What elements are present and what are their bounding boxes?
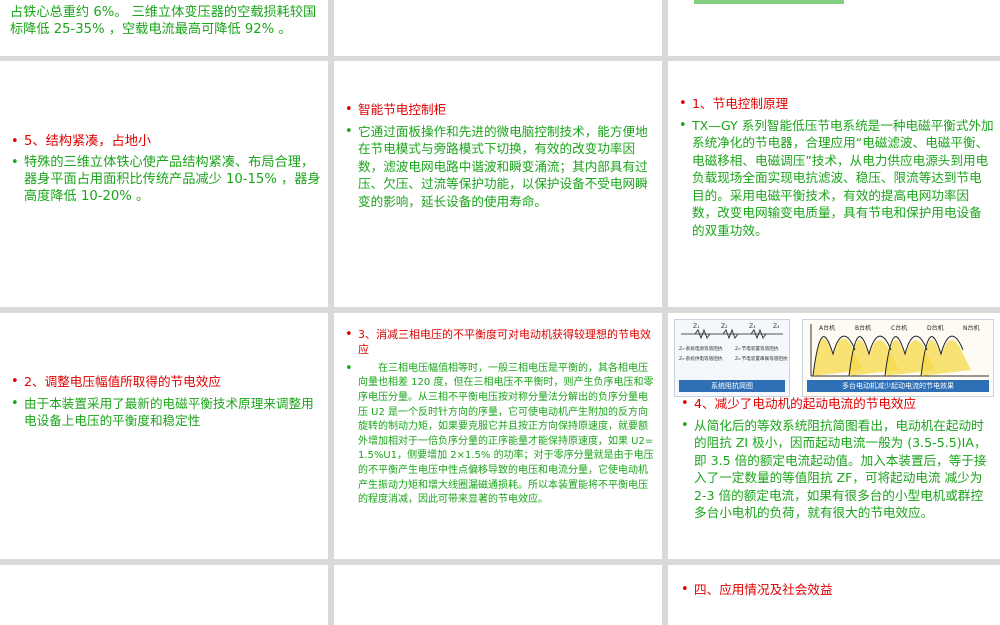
start-current-body: 从简化后的等效系统阻抗简图看出，电动机在起动时的阻抗 ZI 极小，因而起动电流一… [680, 417, 994, 522]
top-right-fragment [694, 0, 844, 4]
voltage-amplitude-body: 由于本装置采用了最新的电磁平衡技术原理来调整用电设备上电压的平衡度和稳定性 [10, 395, 322, 430]
iron-core-continuation-text: 占铁心总重约 6%。 三维立体变压器的空载损耗较国标降低 25-35% ，空载电… [10, 5, 317, 37]
impedance-diagram: Z₁ Z₂ Z₃ Z₄ Z₁-系统电源等值阻抗 Z₂-节电装置等值阻抗 Z₃-系… [674, 319, 790, 397]
impedance-caption: 系统阻抗简图 [679, 380, 785, 392]
impedance-legend: Z₁-系统电源等值阻抗 [679, 345, 723, 352]
slide-top-left: 占铁心总重约 6%。 三维立体变压器的空载损耗较国标降低 25-35% ，空载电… [0, 0, 328, 56]
impedance-diagram-svg: Z₁ Z₂ Z₃ Z₄ Z₁-系统电源等值阻抗 Z₂-节电装置等值阻抗 Z₃-系… [679, 323, 788, 362]
slide-unbalance-reduction: 3、消减三相电压的不平衡度可对电动机获得较理想的节电效应 在三相电压幅值相等时，… [334, 313, 662, 559]
saving-principle-heading: 1、节电控制原理 [678, 95, 994, 113]
start-current-caption: 多台电动机减少起动电流的节电效果 [807, 380, 989, 392]
control-cabinet-body: 它通过面板操作和先进的微电脑控制技术，能方便地在节电模式与旁路模式下切换，有效的… [344, 123, 656, 211]
slide-top-right [668, 0, 1000, 56]
slide-smart-control-cabinet: 智能节电控制柜 它通过面板操作和先进的微电脑控制技术，能方便地在节电模式与旁路模… [334, 61, 662, 307]
unbalance-body-text: 在三相电压幅值相等时，一般三相电压是平衡的，其各相电压向量也相差 120 度，但… [358, 362, 654, 506]
impedance-label: Z₃ [749, 323, 756, 330]
impedance-label: Z₄ [773, 323, 780, 330]
slide-bottom-middle [334, 565, 662, 625]
slide-saving-principle: 1、节电控制原理 TX—GY 系列智能低压节电系统是一种电磁平衡式外加系统净化的… [668, 61, 1000, 307]
control-cabinet-heading: 智能节电控制柜 [344, 101, 656, 119]
slide-voltage-amplitude: 2、调整电压幅值所取得的节电效应 由于本装置采用了最新的电磁平衡技术原理来调整用… [0, 313, 328, 559]
impedance-label: Z₂ [721, 323, 728, 330]
unbalance-body: 在三相电压幅值相等时，一般三相电压是平衡的，其各相电压向量也相差 120 度，但… [344, 362, 654, 508]
start-current-heading: 4、减少了电动机的起动电流的节电效应 [680, 395, 994, 413]
motor-label: N台机 [963, 324, 980, 332]
motor-label: C台机 [891, 324, 907, 332]
slide-structure-compact: 5、结构紧凑，占地小 特殊的三维立体铁心使产品结构紧凑、布局合理，器身平面占用面… [0, 61, 328, 307]
figures-row: Z₁ Z₂ Z₃ Z₄ Z₁-系统电源等值阻抗 Z₂-节电装置等值阻抗 Z₃-系… [674, 319, 994, 399]
impedance-legend: Z₂-节电装置等值阻抗 [735, 345, 779, 352]
application-heading: 四、应用情况及社会效益 [680, 581, 994, 599]
start-current-chart-svg: A台机 B台机 C台机 D台机 N台机 [810, 324, 989, 377]
saving-principle-body: TX—GY 系列智能低压节电系统是一种电磁平衡式外加系统净化的节电器，合理应用“… [678, 117, 994, 240]
unbalance-heading: 3、消减三相电压的不平衡度可对电动机获得较理想的节电效应 [344, 327, 654, 358]
impedance-legend: Z₄-节电装置串联等值阻抗 [735, 355, 788, 362]
motor-label: B台机 [855, 324, 871, 332]
voltage-amplitude-heading: 2、调整电压幅值所取得的节电效应 [10, 373, 322, 391]
slide-application-benefits: 四、应用情况及社会效益 [668, 565, 1000, 625]
impedance-label: Z₁ [693, 323, 700, 330]
impedance-legend: Z₃-系统供电等值阻抗 [679, 355, 723, 362]
slide-bottom-left [0, 565, 328, 625]
start-current-chart: A台机 B台机 C台机 D台机 N台机 多台电动机减少起动电流的节电效果 [802, 319, 994, 397]
structure-compact-heading: 5、结构紧凑，占地小 [10, 133, 322, 150]
structure-compact-body: 特殊的三维立体铁心使产品结构紧凑、布局合理，器身平面占用面积比传统产品减少 10… [10, 154, 322, 205]
motor-label: A台机 [819, 324, 835, 332]
slide-top-middle [334, 0, 662, 56]
slide-start-current: Z₁ Z₂ Z₃ Z₄ Z₁-系统电源等值阻抗 Z₂-节电装置等值阻抗 Z₃-系… [668, 313, 1000, 559]
motor-label: D台机 [927, 324, 944, 332]
